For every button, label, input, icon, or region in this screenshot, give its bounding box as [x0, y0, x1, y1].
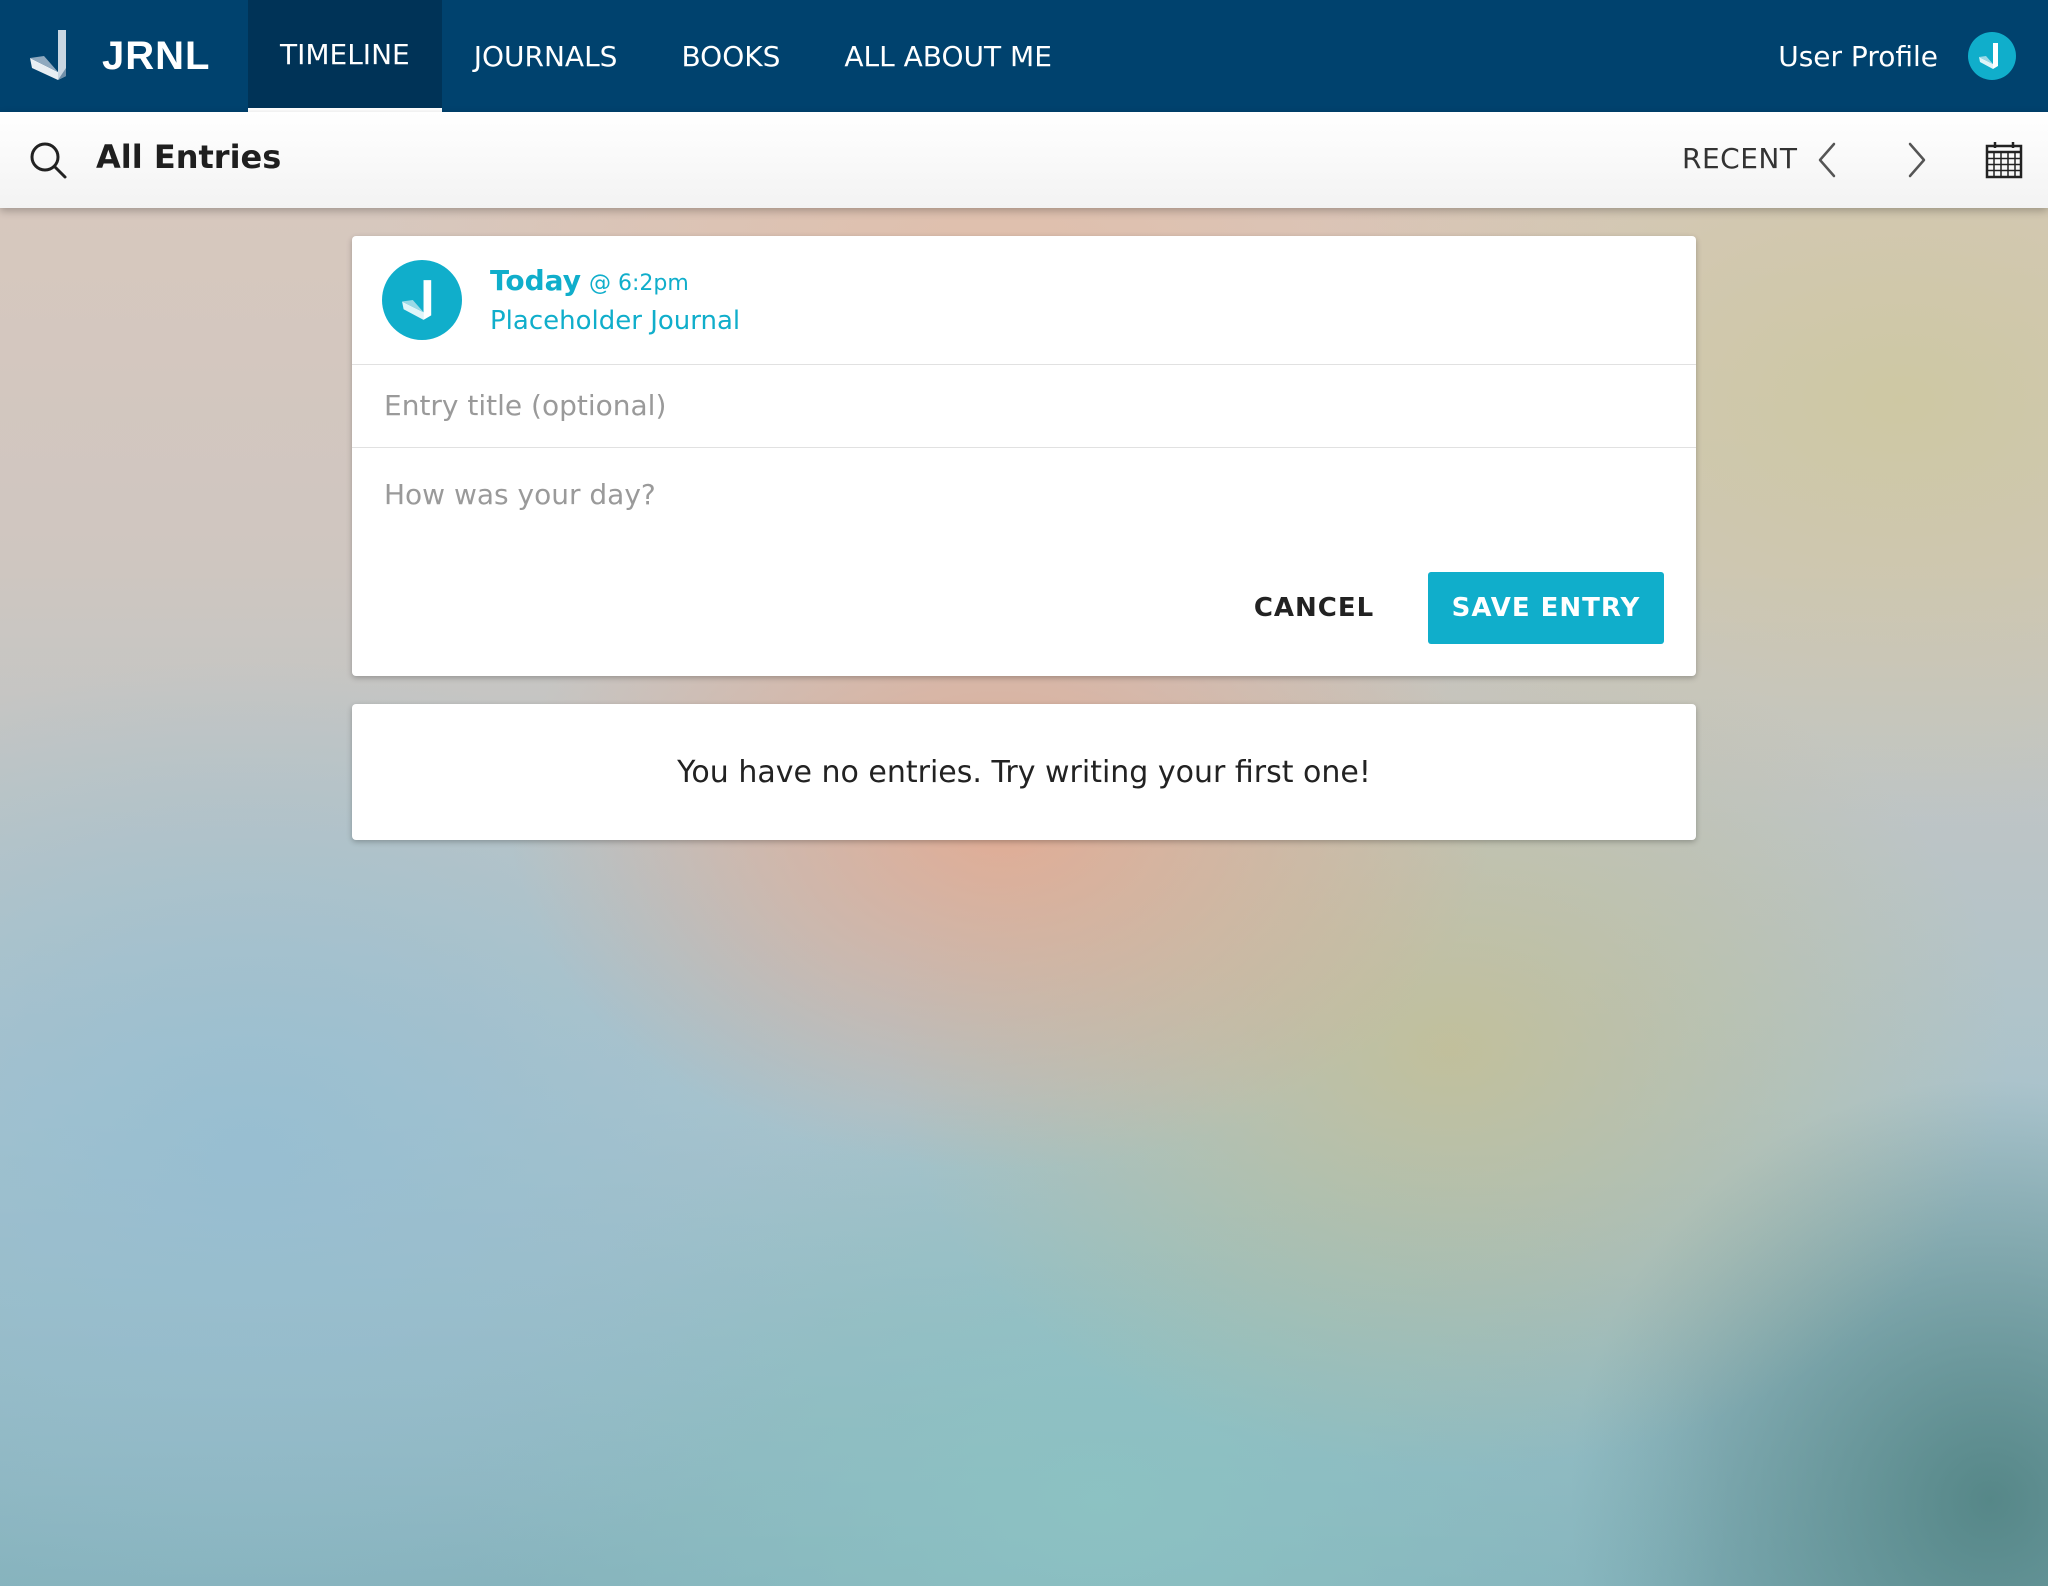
entry-day: Today [490, 264, 581, 297]
chevron-right-icon[interactable] [1894, 138, 1938, 182]
journal-selector[interactable]: Placeholder Journal [490, 306, 740, 336]
page-title: All Entries [96, 138, 282, 176]
journal-avatar [382, 260, 462, 340]
entry-title-input[interactable] [352, 364, 1696, 448]
user-avatar[interactable] [1968, 32, 2016, 80]
brand[interactable]: JRNL [28, 22, 210, 90]
tab-journals[interactable]: JOURNALS [442, 0, 650, 112]
jrnl-book-logo-icon [30, 30, 66, 80]
user-profile-menu[interactable]: User Profile [1778, 0, 2016, 112]
entry-header: Today @ 6:2pm Placeholder Journal [352, 236, 1696, 365]
search-icon[interactable] [28, 140, 68, 180]
top-navigation-bar: JRNL TIMELINE JOURNALS BOOKS ALL ABOUT M… [0, 0, 2048, 112]
tab-timeline[interactable]: TIMELINE [248, 0, 442, 112]
timeline-toolbar: All Entries RECENT [0, 112, 2048, 208]
empty-state-message: You have no entries. Try writing your fi… [677, 754, 1371, 790]
entry-date[interactable]: Today @ 6:2pm [490, 264, 689, 297]
tab-books[interactable]: BOOKS [649, 0, 812, 112]
brand-name: JRNL [102, 33, 211, 78]
save-entry-button[interactable]: SAVE ENTRY [1428, 572, 1664, 644]
calendar-icon[interactable] [1984, 140, 2024, 180]
tab-all-about-me[interactable]: ALL ABOUT ME [812, 0, 1084, 112]
jrnl-book-logo-icon [402, 280, 432, 320]
new-entry-card: Today@ 6:2pm Placeholder Journal CANCEL … [352, 236, 1696, 676]
empty-state-card: You have no entries. Try writing your fi… [352, 704, 1696, 840]
main-nav-tabs: TIMELINE JOURNALS BOOKS ALL ABOUT ME [248, 0, 1084, 112]
entry-body-input[interactable] [352, 448, 1696, 552]
chevron-left-icon[interactable] [1806, 138, 1850, 182]
user-profile-label[interactable]: User Profile [1778, 40, 1938, 73]
jrnl-book-logo-icon [1979, 43, 1998, 69]
entry-time: @ 6:2pm [588, 271, 689, 296]
cancel-button[interactable]: CANCEL [1244, 572, 1384, 644]
sort-recent-label[interactable]: RECENT [1682, 142, 1797, 175]
